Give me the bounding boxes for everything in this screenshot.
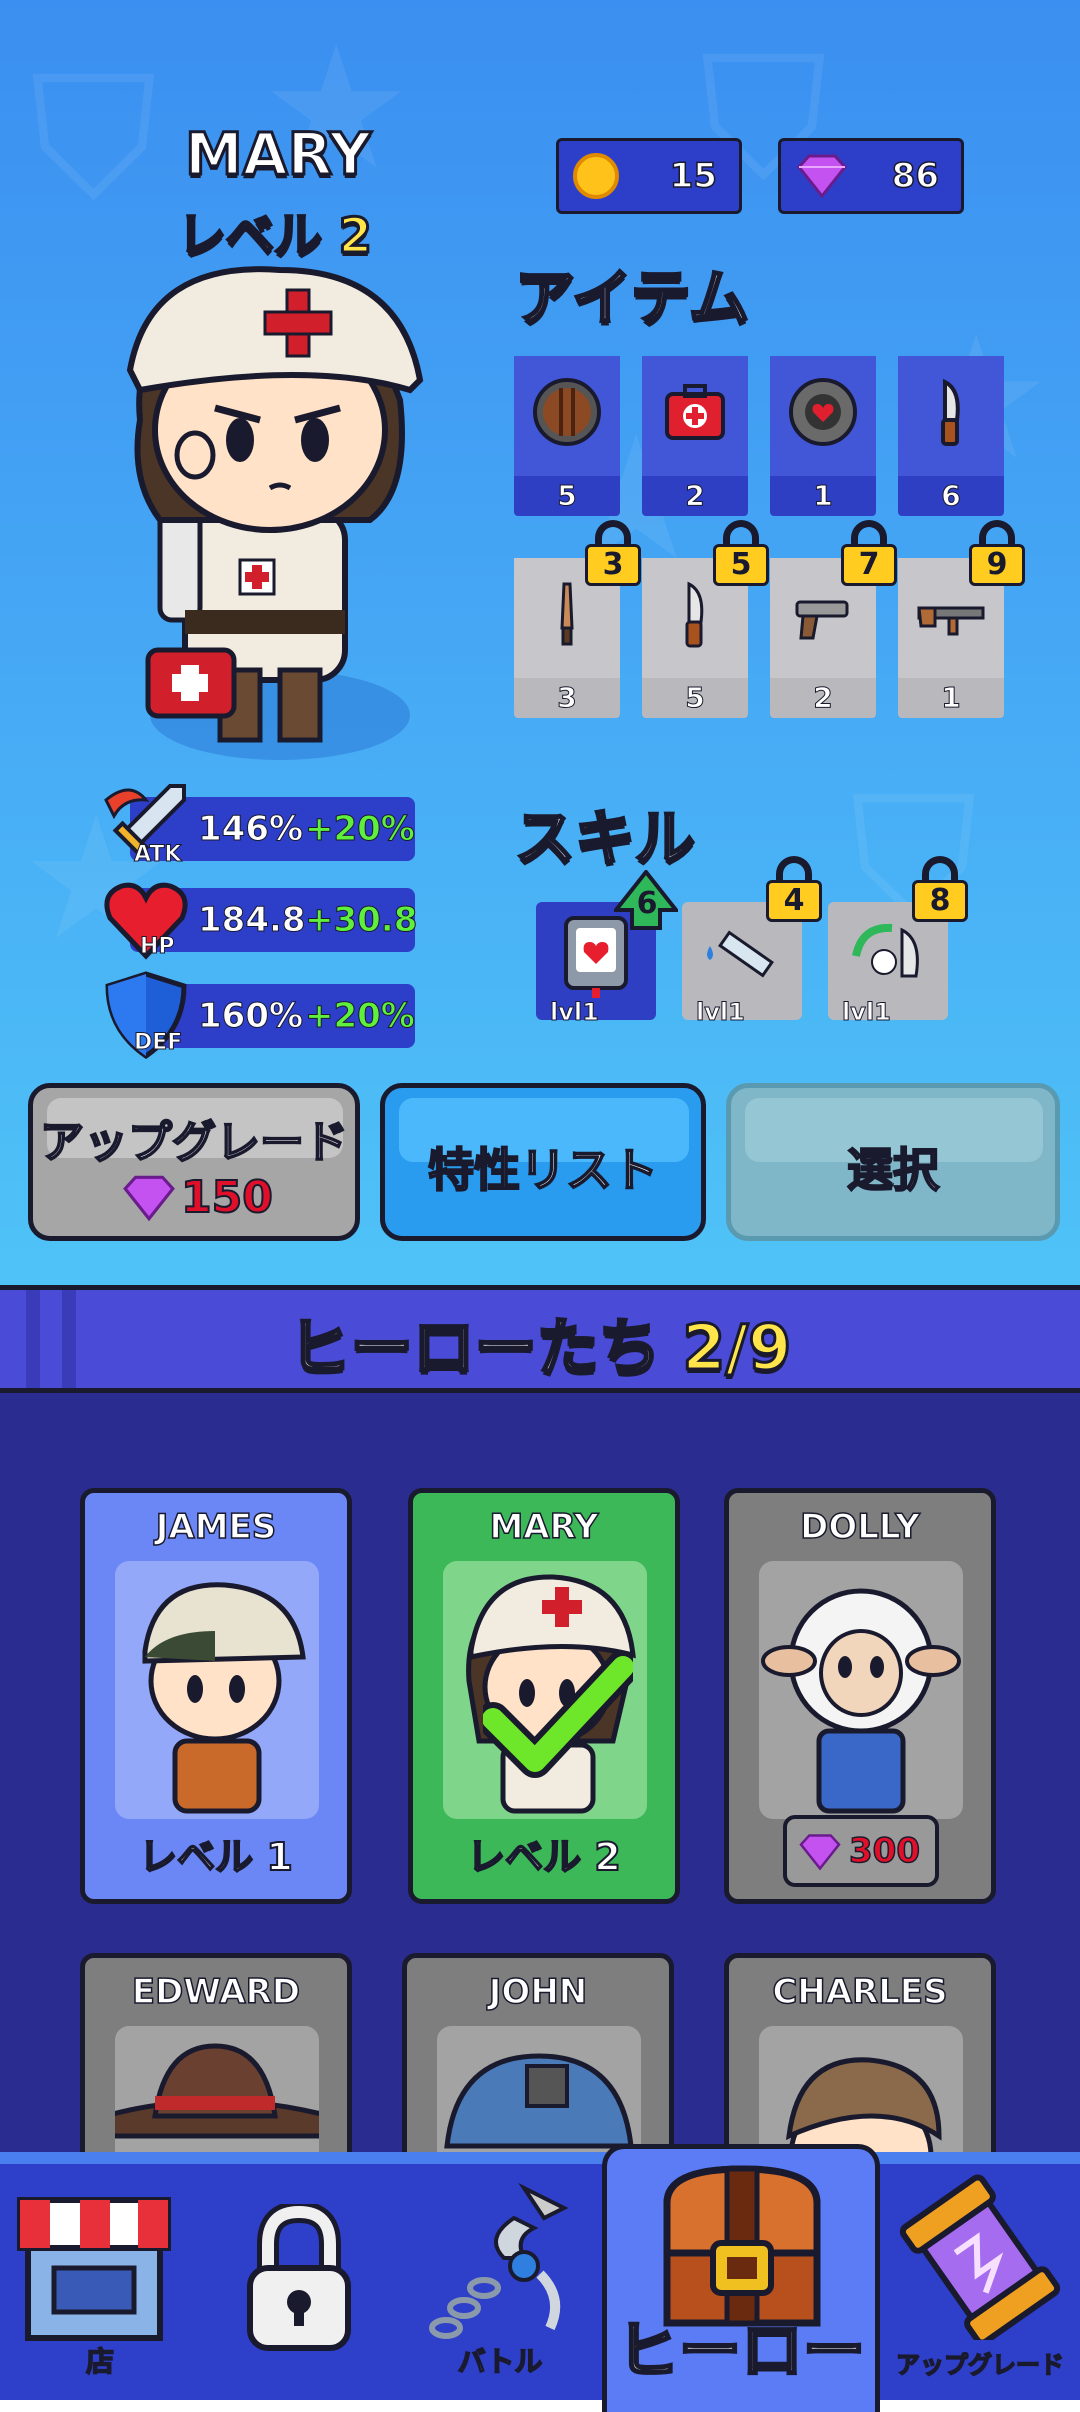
traits-list-button[interactable]: 特性リスト [380, 1083, 706, 1241]
lock-icon: 4 [766, 856, 822, 922]
coin-amount: 15 [669, 155, 718, 197]
atk-value: 146% [197, 809, 304, 850]
select-label: 選択 [846, 1142, 940, 1198]
padlock-icon [247, 2204, 351, 2351]
rifle-icon [917, 606, 985, 636]
nav-shop-label: 店 [85, 2344, 115, 2379]
syringe-icon [707, 930, 774, 978]
hero-card-name: JAMES [155, 1506, 277, 1548]
hero-card-name: MARY [489, 1506, 600, 1548]
item-slot[interactable]: 2 [642, 356, 748, 516]
item-count: 5 [685, 681, 705, 715]
hp-bonus: +30.8 [304, 900, 418, 941]
item-slot[interactable]: 6 [898, 356, 1004, 516]
item-slot[interactable]: 5 [514, 356, 620, 516]
heal-knife-icon [852, 923, 919, 978]
gem-icon [799, 1834, 841, 1871]
shield-icon [533, 378, 601, 446]
hp-value: 184.8 [198, 900, 307, 941]
shop-icon [17, 2197, 171, 2341]
lock-icon: 8 [912, 856, 968, 922]
atk-bonus: +20% [305, 809, 416, 850]
bat-icon [560, 582, 574, 646]
upgrade-cost: 150 [180, 1171, 274, 1224]
item-count: 5 [557, 479, 577, 513]
hero-price: 300 [848, 1830, 920, 1872]
skill-level: lvl1 [696, 998, 746, 1027]
nav-battle[interactable]: バトル [400, 2164, 600, 2400]
upgrade-button[interactable]: アップグレード 150 [28, 1083, 360, 1241]
skill-level: lvl1 [550, 998, 600, 1027]
items-title: アイテム [514, 263, 751, 336]
hero-card-level: レベル 2 [466, 1834, 622, 1880]
gem-icon [797, 154, 847, 199]
gem-amount: 86 [891, 155, 940, 197]
nav-upgrade[interactable]: アップグレード [880, 2164, 1080, 2400]
hp-label: HP [140, 934, 176, 960]
nav-shop[interactable]: 店 [0, 2164, 200, 2400]
item-count: 1 [941, 681, 961, 715]
hero-name: MARY [184, 119, 373, 190]
heart-shield-icon [789, 378, 857, 446]
select-button[interactable]: 選択 [726, 1083, 1060, 1241]
heroes-title: ヒーローたち 2/9 [287, 1310, 793, 1386]
nav-heroes[interactable]: ヒーロー [602, 2144, 880, 2412]
hero-card-james[interactable]: JAMES レベル 1 [80, 1488, 352, 1904]
lock-icon: 5 [713, 520, 769, 586]
background-shield-icon: ⛉ [30, 40, 158, 238]
hero-card-name: JOHN [488, 1971, 588, 2013]
hero-card-level: レベル 1 [138, 1834, 294, 1880]
hero-card-dolly[interactable]: DOLLY 300 [724, 1488, 996, 1904]
skills-title: スキル [514, 803, 697, 876]
hero-card-mary[interactable]: MARY レベル 2 [408, 1488, 680, 1904]
hero-portrait [115, 1561, 319, 1819]
bottom-nav: 店 バトル ヒーロー アップグレード [0, 2144, 1080, 2412]
item-count: 2 [685, 479, 705, 513]
nav-locked[interactable] [200, 2164, 400, 2400]
coin-counter: 15 [556, 138, 742, 214]
hero-level: レベル 2 [176, 207, 373, 266]
coin-icon [573, 153, 619, 199]
skill-level: lvl1 [842, 998, 892, 1027]
hero-price-button[interactable]: 300 [783, 1815, 939, 1887]
potion-canister-icon [899, 2174, 1061, 2340]
nav-battle-label: バトル [457, 2344, 543, 2379]
hero-card-name: DOLLY [799, 1506, 920, 1548]
pistol-icon [795, 600, 849, 640]
gem-counter: 86 [778, 138, 964, 214]
def-label: DEF [133, 1030, 183, 1056]
item-slot[interactable]: 1 [770, 356, 876, 516]
item-count: 6 [941, 479, 961, 513]
item-count: 1 [813, 479, 833, 513]
gem-icon [123, 1175, 175, 1222]
hero-portrait [759, 1561, 963, 1819]
lock-icon: 3 [585, 520, 641, 586]
traits-list-label: 特性リスト [427, 1142, 659, 1198]
nav-heroes-label: ヒーロー [615, 2313, 866, 2389]
lock-icon: 7 [841, 520, 897, 586]
medkit-icon [665, 384, 725, 440]
hero-card-name: EDWARD [131, 1971, 301, 2013]
item-count: 3 [557, 681, 577, 715]
def-value: 160% [197, 996, 304, 1037]
hero-detail-panel: ⛉ ★ ⛉ ★ ★ ⛉ ★ MARY レベル 2 15 86 アイテ [0, 0, 1080, 1285]
item-count: 2 [813, 681, 833, 715]
hero-card-name: CHARLES [772, 1971, 949, 2013]
hero-portrait [126, 266, 424, 760]
nav-upgrade-label: アップグレード [895, 2350, 1065, 2380]
atk-label: ATK [133, 842, 182, 868]
knife-icon [941, 378, 960, 446]
upgrade-label: アップグレード [39, 1116, 349, 1169]
skill-upgrade-badge: 6 [636, 886, 658, 921]
def-bonus: +20% [305, 996, 416, 1037]
heroes-count: 2/9 [681, 1310, 793, 1386]
knife-icon [685, 581, 704, 648]
lock-icon: 9 [969, 520, 1025, 586]
selected-check-icon [483, 1653, 633, 1778]
chain-claw-icon [429, 2182, 569, 2339]
